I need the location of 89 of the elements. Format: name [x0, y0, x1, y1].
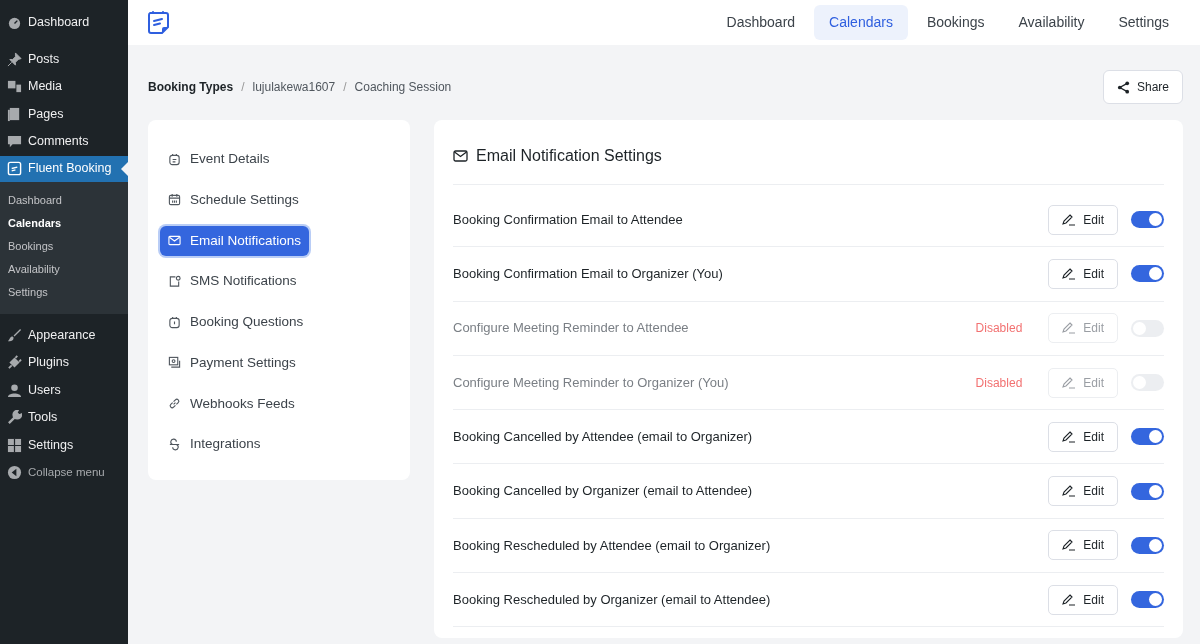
gauge-icon [7, 15, 22, 31]
top-nav-tab[interactable]: Dashboard [711, 5, 811, 40]
settings-menu-item[interactable]: Schedule Settings [160, 184, 307, 215]
notification-label: Booking Rescheduled by Attendee (email to Organizer) [453, 536, 771, 555]
settings-menu-item[interactable]: Booking Questions [160, 307, 312, 338]
top-nav-tab[interactable]: Bookings [911, 5, 1000, 40]
clipboard-icon [168, 152, 181, 166]
clock-icon [168, 315, 181, 329]
pencil-icon [1062, 592, 1077, 607]
collapse-menu-link[interactable]: Collapse menu [0, 459, 128, 487]
envelope-icon [168, 234, 181, 248]
breadcrumb-separator: / [241, 79, 245, 96]
admin-menu-item[interactable]: Plugins [0, 349, 128, 377]
admin-menu-item[interactable]: Appearance [0, 321, 128, 349]
admin-menu-item[interactable]: Media [0, 73, 128, 101]
admin-submenu-item[interactable]: Availability [0, 257, 128, 281]
edit-button[interactable]: Edit [1048, 476, 1118, 507]
pencil-icon [1062, 212, 1077, 227]
pushpin-icon [7, 51, 22, 67]
pencil-icon [1062, 429, 1077, 444]
breadcrumb-link[interactable]: Booking Types [148, 78, 234, 96]
envelope-icon [453, 150, 468, 162]
settings-menu-item[interactable]: Integrations [160, 429, 269, 460]
message-icon [168, 274, 181, 288]
top-nav-tab[interactable]: Availability [1003, 5, 1100, 40]
toggle-switch[interactable] [1131, 591, 1164, 609]
admin-submenu-item[interactable]: Settings [0, 280, 128, 304]
admin-menu-item[interactable]: Fluent Booking [0, 155, 128, 182]
edit-button[interactable]: Edit [1048, 530, 1118, 561]
calendar-icon [168, 193, 181, 207]
admin-submenu-item[interactable]: Bookings [0, 234, 128, 258]
notification-label: Configure Meeting Reminder to Attendee [453, 319, 689, 338]
breadcrumb-link[interactable]: lujulakewa1607 [252, 78, 336, 96]
top-nav-tab[interactable]: Settings [1103, 5, 1184, 40]
admin-menu-item[interactable]: Dashboard [0, 9, 128, 37]
pencil-icon [1062, 538, 1077, 553]
panel-title: Email Notification Settings [476, 146, 662, 166]
admin-submenu-item[interactable]: Dashboard [0, 188, 128, 212]
toggle-switch[interactable] [1131, 482, 1164, 500]
edit-button[interactable]: Edit [1048, 204, 1118, 235]
notification-label: Booking Cancelled by Attendee (email to Organizer) [453, 428, 753, 447]
toggle-switch[interactable] [1131, 265, 1164, 283]
admin-menu-item[interactable]: Pages [0, 100, 128, 128]
share-button[interactable]: Share [1102, 70, 1183, 104]
grid-icon [7, 437, 22, 453]
settings-menu-item[interactable]: Email Notifications [160, 225, 310, 256]
collapse-icon [7, 465, 22, 481]
toggle-switch[interactable] [1131, 428, 1164, 446]
breadcrumb-separator: / [343, 79, 347, 96]
payment-icon [168, 356, 181, 370]
status-text: Disabled [975, 374, 1023, 392]
edit-button[interactable]: Edit [1048, 421, 1118, 452]
edit-button[interactable]: Edit [1048, 258, 1118, 289]
admin-menu-item[interactable]: Comments [0, 128, 128, 156]
status-text: Disabled [975, 320, 1023, 338]
share-icon [1116, 80, 1130, 94]
settings-menu-item[interactable]: Event Details [160, 144, 278, 175]
pages-icon [7, 106, 22, 122]
toggle-switch[interactable] [1131, 536, 1164, 554]
notification-label: Booking Cancelled by Organizer (email to Attendee) [453, 482, 753, 501]
edit-button[interactable]: Edit [1048, 584, 1118, 615]
pencil-icon [1062, 375, 1077, 390]
pencil-icon [1062, 266, 1077, 281]
media-icon [7, 79, 22, 95]
breadcrumb-link[interactable]: Coaching Session [354, 78, 452, 96]
settings-menu-item[interactable]: Payment Settings [160, 347, 304, 378]
settings-menu-item[interactable]: Webhooks Feeds [160, 388, 303, 419]
notification-label: Booking Confirmation Email to Organizer (You) [453, 265, 723, 284]
calendar-logo-icon [146, 9, 172, 36]
notification-label: Configure Meeting Reminder to Organizer (You) [453, 373, 729, 392]
admin-menu-item[interactable]: Users [0, 376, 128, 404]
toggle-switch[interactable] [1131, 211, 1164, 229]
loops-icon [168, 437, 181, 451]
link-icon [168, 397, 181, 411]
brush-icon [7, 327, 22, 343]
admin-menu-item[interactable]: Posts [0, 45, 128, 73]
notification-label: Booking Rescheduled by Organizer (email to Attendee) [453, 590, 771, 609]
admin-menu-item[interactable]: Settings [0, 431, 128, 459]
pencil-icon [1062, 321, 1077, 336]
admin-submenu-item[interactable]: Calendars [0, 211, 128, 235]
wrench-icon [7, 410, 22, 426]
person-icon [7, 382, 22, 398]
calendar-logo-icon [7, 161, 22, 176]
notification-label: Booking Confirmation Email to Attendee [453, 210, 683, 229]
plug-icon [7, 355, 22, 371]
admin-menu-item[interactable]: Tools [0, 404, 128, 432]
top-nav-tab[interactable]: Calendars [814, 5, 908, 40]
pencil-icon [1062, 484, 1077, 499]
settings-menu-item[interactable]: SMS Notifications [160, 266, 305, 297]
